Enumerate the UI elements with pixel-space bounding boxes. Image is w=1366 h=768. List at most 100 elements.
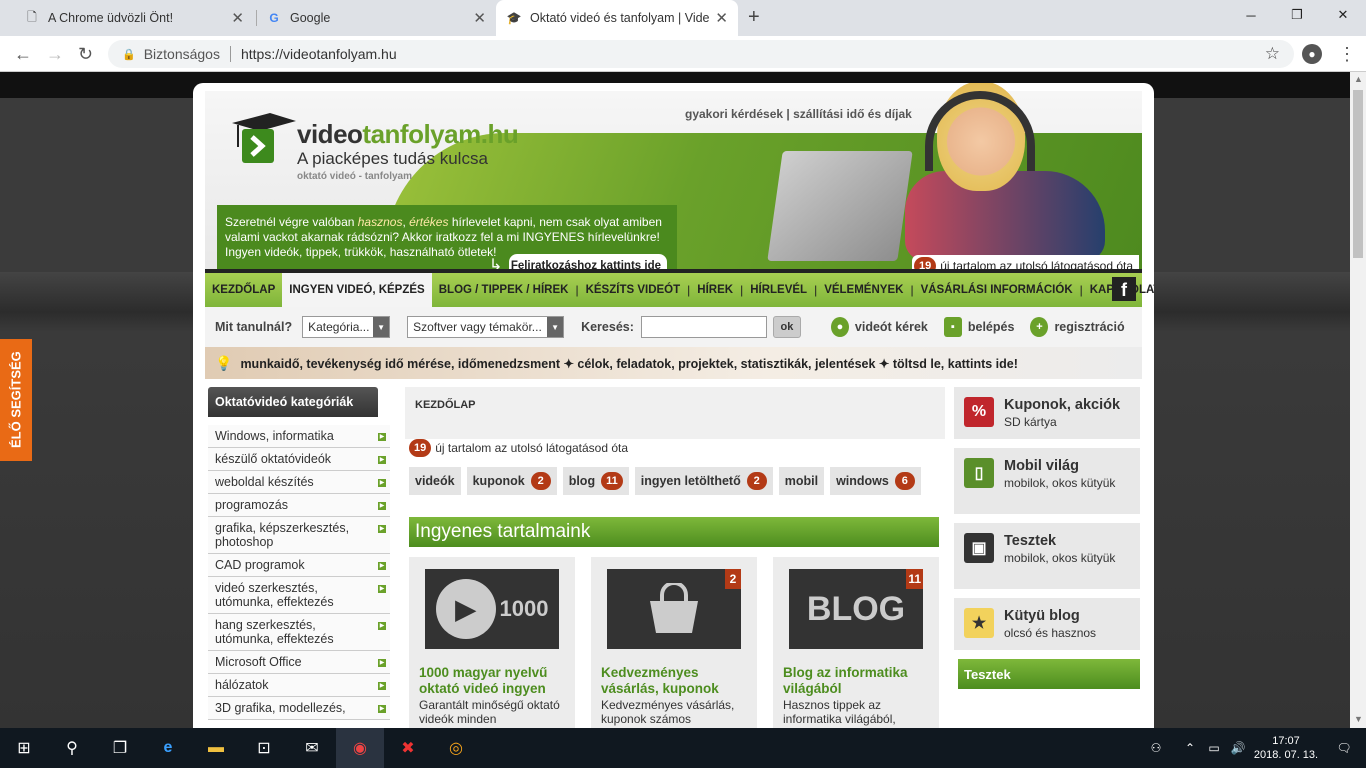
- scroll-down-icon[interactable]: ▼: [1354, 714, 1363, 724]
- content-card[interactable]: BLOG 11 Blog az informatika világából Ha…: [773, 557, 939, 728]
- category-select[interactable]: Kategória... ▼: [302, 316, 391, 338]
- menu-icon[interactable]: ⋮: [1338, 40, 1356, 68]
- category-item[interactable]: 3D grafika, modellezés, ▶: [208, 697, 390, 720]
- topic-select[interactable]: Szoftver vagy témakör... ▼: [407, 316, 565, 338]
- new-content-line[interactable]: 19 új tartalom az utolsó látogatásod óta: [409, 439, 628, 457]
- login-link[interactable]: ▪ belépés: [943, 317, 1014, 337]
- nav-hirek[interactable]: HÍREK: [690, 273, 740, 307]
- tag-videok[interactable]: videók: [409, 467, 461, 495]
- coupons-box[interactable]: % Kuponok, akciók SD kártya: [954, 387, 1140, 439]
- logo-icon[interactable]: [230, 113, 300, 169]
- nav-keszits-videot[interactable]: KÉSZÍTS VIDEÓT: [579, 273, 688, 307]
- site-logo[interactable]: videotanfolyam.hu: [297, 119, 519, 150]
- nav-hirlevel[interactable]: HÍRLEVÉL: [743, 273, 814, 307]
- box-title: Mobil világ: [1004, 458, 1079, 474]
- shopping-bag-thumbnail[interactable]: 2: [607, 569, 741, 649]
- lock-icon: 🔒: [122, 48, 136, 61]
- shipping-link[interactable]: szállítási idő és díjak: [793, 107, 912, 121]
- facebook-icon[interactable]: f: [1112, 277, 1136, 301]
- shopping-bag-icon: [650, 583, 698, 633]
- maximize-button[interactable]: ❐: [1274, 0, 1320, 30]
- task-view-icon[interactable]: ❐: [96, 728, 144, 768]
- video-thumbnail[interactable]: ▶ 1000: [425, 569, 559, 649]
- address-bar[interactable]: 🔒 Biztonságos https://videotanfolyam.hu …: [108, 40, 1294, 68]
- chevron-down-icon: ▼: [547, 317, 564, 337]
- nav-blog[interactable]: BLOG / TIPPEK / HÍREK: [432, 273, 576, 307]
- account-icon[interactable]: ●: [1302, 44, 1322, 64]
- scroll-thumb[interactable]: [1353, 90, 1363, 258]
- nav-kezdolap[interactable]: KEZDŐLAP: [205, 273, 282, 307]
- chevron-up-icon[interactable]: ⌃: [1178, 741, 1202, 755]
- tab-videotanfolyam[interactable]: 🎓 Oktató videó és tanfolyam | Video ✕: [496, 0, 738, 36]
- scrollbar[interactable]: ▲ ▼: [1350, 72, 1366, 728]
- search-icon[interactable]: ⚲: [48, 728, 96, 768]
- category-item[interactable]: készülő oktatóvideók ▶: [208, 448, 390, 471]
- edge-icon[interactable]: e: [144, 728, 192, 768]
- thumb-text: 1000: [499, 596, 549, 621]
- app-icon[interactable]: ◎: [432, 728, 480, 768]
- nav-vasarlasi-info[interactable]: VÁSÁRLÁSI INFORMÁCIÓK: [914, 273, 1080, 307]
- content-card[interactable]: ▶ 1000 1000 magyar nyelvű oktató videó i…: [409, 557, 575, 728]
- tag-kuponok[interactable]: kuponok 2: [466, 467, 557, 495]
- minimize-button[interactable]: ─: [1228, 0, 1274, 30]
- tests-header[interactable]: Tesztek: [958, 659, 1140, 689]
- mail-icon[interactable]: ✉: [288, 728, 336, 768]
- category-item[interactable]: videó szerkesztés, utómunka, effektezés ▶: [208, 577, 390, 614]
- tag-mobil[interactable]: mobil: [778, 467, 825, 495]
- news-ticker[interactable]: 💡 munkaidő, tevékenység idő mérése, időm…: [205, 347, 1142, 379]
- close-icon[interactable]: ✕: [473, 9, 486, 27]
- card-title[interactable]: Blog az informatika világából: [783, 665, 933, 697]
- forward-icon[interactable]: →: [46, 44, 64, 65]
- tag-blog[interactable]: blog 11: [562, 467, 629, 495]
- card-title[interactable]: Kedvezményes vásárlás, kuponok: [601, 665, 751, 697]
- store-icon[interactable]: ⊡: [240, 728, 288, 768]
- breadcrumb[interactable]: KEZDŐLAP: [405, 387, 945, 439]
- category-item[interactable]: weboldal készítés ▶: [208, 471, 390, 494]
- live-help-button[interactable]: ÉLŐ SEGÍTSÉG: [0, 339, 32, 461]
- windows-start-icon[interactable]: ⊞: [0, 728, 48, 768]
- request-video-link[interactable]: ● videót kérek: [830, 317, 928, 337]
- network-icon[interactable]: ▭: [1202, 741, 1226, 755]
- nav-velemenyek[interactable]: VÉLEMÉNYEK: [817, 273, 910, 307]
- back-icon[interactable]: ←: [14, 44, 32, 65]
- app-icon[interactable]: ✖: [384, 728, 432, 768]
- search-ok-button[interactable]: ok: [772, 316, 801, 338]
- tests-box[interactable]: ▣ Tesztek mobilok, okos kütyük: [954, 523, 1140, 589]
- tag-ingyen-letoltheto[interactable]: ingyen letölthető 2: [634, 467, 773, 495]
- gadget-blog-box[interactable]: ★ Kütyü blog olcsó és hasznos: [954, 598, 1140, 650]
- category-item[interactable]: hálózatok ▶: [208, 674, 390, 697]
- notification-icon[interactable]: 🗨: [1322, 741, 1366, 755]
- category-item[interactable]: hang szerkesztés, utómunka, effektezés ▶: [208, 614, 390, 651]
- link-separator: |: [786, 107, 790, 121]
- scroll-up-icon[interactable]: ▲: [1354, 74, 1363, 84]
- search-input[interactable]: [640, 316, 767, 338]
- close-icon[interactable]: ✕: [715, 9, 728, 27]
- volume-icon[interactable]: 🔊: [1226, 741, 1250, 755]
- faq-link[interactable]: gyakori kérdések: [685, 107, 783, 121]
- tag-windows[interactable]: windows 6: [830, 467, 921, 495]
- category-item[interactable]: grafika, képszerkesztés, photoshop ▶: [208, 517, 390, 554]
- new-tab-button[interactable]: +: [748, 6, 760, 29]
- people-icon[interactable]: ⚇: [1134, 741, 1178, 755]
- register-link[interactable]: + regisztráció: [1030, 317, 1125, 337]
- close-icon[interactable]: ✕: [231, 9, 244, 27]
- clock[interactable]: 17:07 2018. 07. 13.: [1250, 734, 1322, 762]
- close-window-button[interactable]: ✕: [1320, 0, 1366, 30]
- category-item[interactable]: CAD programok ▶: [208, 554, 390, 577]
- reload-icon[interactable]: ↻: [78, 44, 93, 65]
- percent-icon: %: [964, 397, 994, 427]
- clock-date: 2018. 07. 13.: [1253, 749, 1319, 761]
- tab-chrome-welcome[interactable]: 🗋 A Chrome üdvözli Önt! ✕: [14, 0, 254, 36]
- nav-ingyen-video[interactable]: INGYEN VIDEÓ, KÉPZÉS: [282, 273, 432, 307]
- mobile-world-box[interactable]: ▯ Mobil világ mobilok, okos kütyük: [954, 448, 1140, 514]
- content-card[interactable]: 2 Kedvezményes vásárlás, kuponok Kedvezm…: [591, 557, 757, 728]
- category-item[interactable]: Microsoft Office ▶: [208, 651, 390, 674]
- category-item[interactable]: programozás ▶: [208, 494, 390, 517]
- blog-thumbnail[interactable]: BLOG 11: [789, 569, 923, 649]
- chrome-icon[interactable]: ◉: [336, 728, 384, 768]
- category-item[interactable]: Windows, informatika ▶: [208, 425, 390, 448]
- bookmark-star-icon[interactable]: ☆: [1265, 44, 1280, 64]
- tab-google[interactable]: G Google ✕: [256, 0, 496, 36]
- card-title[interactable]: 1000 magyar nyelvű oktató videó ingyen: [419, 665, 569, 697]
- file-explorer-icon[interactable]: ▬: [192, 728, 240, 768]
